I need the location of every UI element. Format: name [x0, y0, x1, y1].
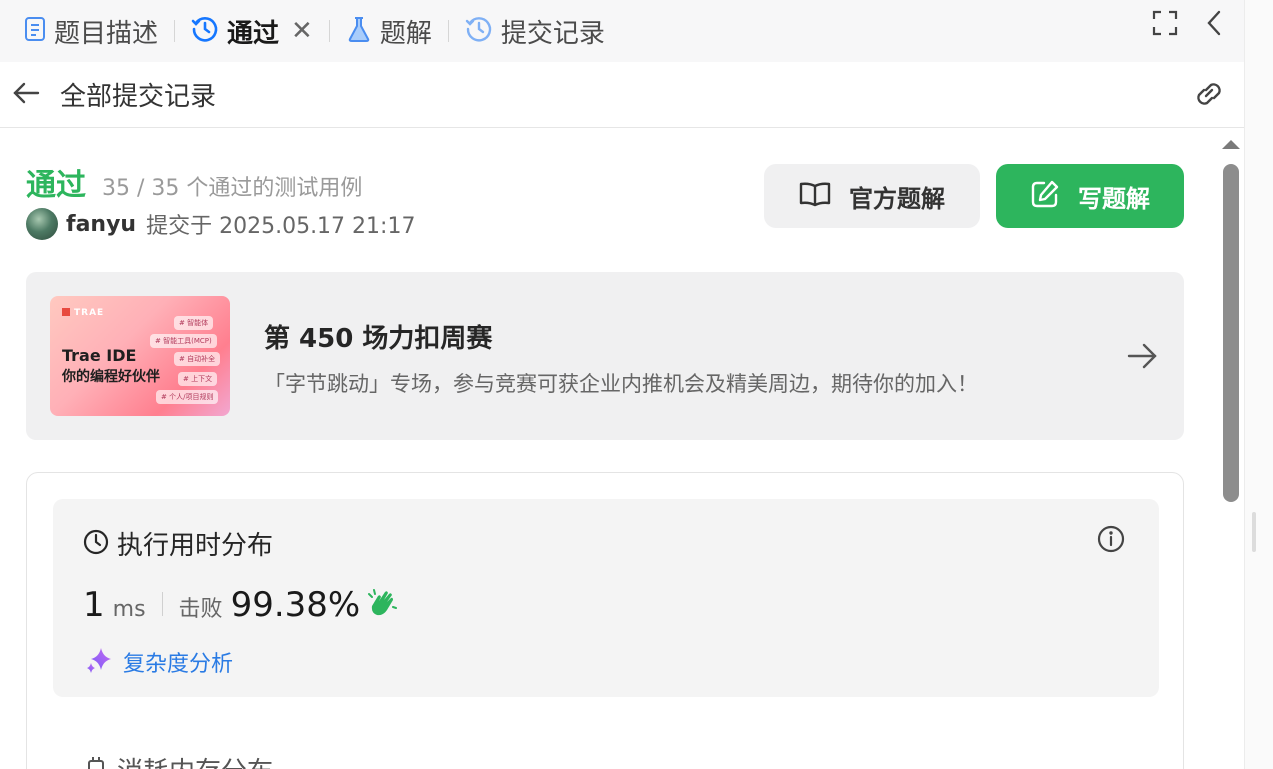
banner-tagline: 你的编程好伙伴	[62, 369, 160, 385]
tab-label: 提交记录	[500, 18, 605, 49]
submission-panel: 题目描述 通过 ✕ 题解 提交记录 全部提交记录 通过 35 / 35 个通过的…	[0, 0, 1244, 769]
contest-banner[interactable]: TRAE # 智能体 # 智能工具(MCP) # 自动补全 # 上下文 # 个人…	[26, 272, 1184, 440]
flask-icon	[346, 15, 372, 47]
memory-distribution-heading[interactable]: 消耗内存分布	[83, 751, 273, 769]
runtime-distribution[interactable]: 执行用时分布 1 ms 击败 99.38% 复杂度分析	[53, 499, 1159, 697]
tab-label: 通过	[227, 18, 280, 49]
banner-chip: # 智能工具(MCP)	[150, 334, 217, 348]
scrollbar-thumb[interactable]	[1223, 164, 1239, 502]
tab-bar-actions	[1152, 10, 1222, 40]
runtime-title: 执行用时分布	[117, 531, 274, 561]
button-label: 官方题解	[849, 184, 945, 213]
arrow-right-icon[interactable]	[1126, 342, 1158, 374]
tab-label: 题解	[379, 18, 432, 49]
memory-chip-icon	[83, 755, 109, 769]
avatar[interactable]	[26, 208, 58, 240]
banner-image: TRAE # 智能体 # 智能工具(MCP) # 自动补全 # 上下文 # 个人…	[50, 296, 230, 416]
back-arrow-icon[interactable]	[12, 81, 40, 109]
tab-divider	[328, 20, 330, 42]
resize-handle[interactable]	[1252, 512, 1256, 552]
complexity-label: 复杂度分析	[123, 652, 234, 677]
submission-status: 通过 35 / 35 个通过的测试用例	[26, 160, 362, 204]
author-name[interactable]: fanyu	[66, 212, 136, 237]
fullscreen-icon[interactable]	[1152, 10, 1178, 40]
panel-gutter	[1244, 0, 1273, 769]
metric-divider	[161, 592, 163, 616]
banner-chip: # 智能体	[174, 316, 214, 330]
submitted-time: 提交于 2025.05.17 21:17	[146, 214, 416, 239]
submissions-header: 全部提交记录	[0, 62, 1244, 128]
tab-label: 题目描述	[54, 18, 159, 49]
tab-solutions[interactable]: 题解	[340, 11, 438, 51]
banner-chip: # 个人/项目规则	[156, 390, 219, 404]
close-icon[interactable]: ✕	[291, 16, 313, 46]
performance-card: 执行用时分布 1 ms 击败 99.38% 复杂度分析	[26, 472, 1184, 769]
history-icon	[191, 15, 219, 47]
info-icon[interactable]	[1097, 525, 1125, 557]
tab-divider	[174, 20, 176, 42]
link-icon[interactable]	[1192, 78, 1226, 114]
submission-author: fanyu 提交于 2025.05.17 21:17	[26, 208, 415, 240]
book-icon	[799, 181, 831, 211]
history-icon	[465, 15, 493, 47]
runtime-unit: ms	[112, 597, 146, 622]
contest-subtitle: 「字节跳动」专场，参与竞赛可获企业内推机会及精美周边，期待你的加入！	[264, 372, 978, 396]
tab-bar: 题目描述 通过 ✕ 题解 提交记录	[0, 0, 1244, 62]
beats-percent: 99.38%	[230, 585, 361, 625]
banner-headline: Trae IDE	[62, 346, 137, 365]
beats-label: 击败	[178, 597, 223, 622]
clap-icon	[366, 588, 398, 622]
scroll-up-arrow[interactable]	[1222, 140, 1240, 149]
collapse-icon[interactable]	[1206, 10, 1222, 40]
banner-chip: # 自动补全	[174, 352, 221, 366]
banner-chip: # 上下文	[178, 372, 218, 386]
document-icon	[24, 16, 46, 46]
clock-icon	[83, 529, 109, 559]
test-cases-summary: 35 / 35 个通过的测试用例	[102, 176, 363, 201]
runtime-value: 1	[83, 585, 105, 625]
runtime-metric: 1 ms 击败 99.38%	[83, 585, 398, 625]
tab-submissions[interactable]: 提交记录	[459, 11, 611, 51]
tab-divider	[447, 20, 449, 42]
tab-accepted[interactable]: 通过 ✕	[185, 11, 319, 51]
write-solution-button[interactable]: 写题解	[996, 164, 1184, 228]
banner-brand: TRAE	[62, 308, 104, 318]
tab-description[interactable]: 题目描述	[18, 11, 164, 51]
contest-title: 第 450 场力扣周赛	[264, 324, 493, 354]
runtime-heading: 执行用时分布	[83, 525, 273, 562]
sparkle-icon	[85, 645, 115, 679]
button-label: 写题解	[1078, 184, 1150, 213]
complexity-analysis-link[interactable]: 复杂度分析	[85, 645, 233, 679]
edit-icon	[1030, 179, 1060, 213]
memory-title: 消耗内存分布	[117, 751, 273, 769]
status-label: 通过	[26, 168, 86, 203]
all-submissions-link[interactable]: 全部提交记录	[60, 76, 216, 113]
official-solution-button[interactable]: 官方题解	[764, 164, 980, 228]
